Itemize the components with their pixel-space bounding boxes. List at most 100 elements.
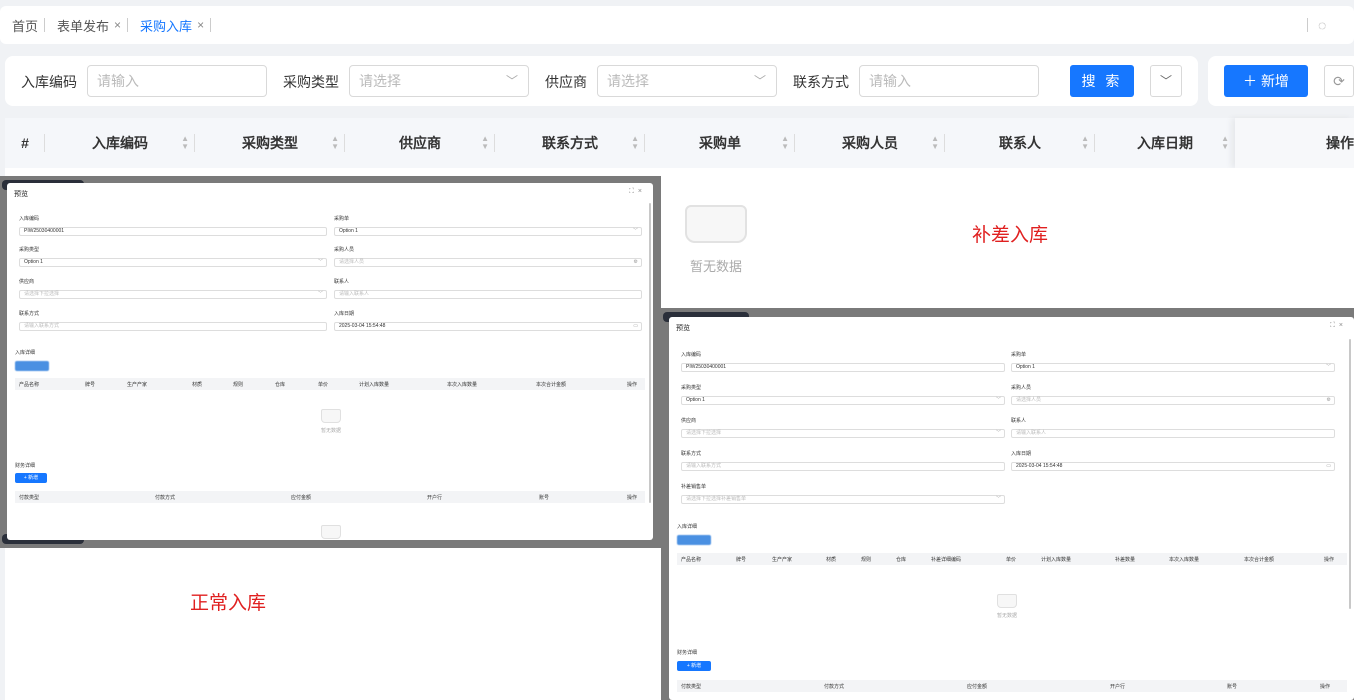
purchase-type-select[interactable]: Option 1 ﹀ <box>19 258 327 267</box>
close-icon[interactable]: × <box>114 18 121 32</box>
detail-empty-state: 暂无数据 <box>311 409 351 434</box>
sort-icon[interactable]: ▲ ▼ <box>631 118 639 168</box>
modal-controls[interactable]: ⛶× <box>629 188 646 196</box>
column-label: 单价 <box>1006 557 1017 563</box>
field-value: Option 1 <box>686 397 705 403</box>
inbound-code-input[interactable]: 请输入 <box>87 65 267 97</box>
gear-icon: ⚙ <box>1326 397 1331 403</box>
finance-add-button[interactable]: + 新增 <box>677 661 711 671</box>
column-label: 材质 <box>192 382 203 388</box>
tab-home[interactable]: 首页 <box>0 6 51 44</box>
placeholder-text: 请选择 <box>359 73 401 89</box>
column-label: 操作 <box>1324 557 1335 563</box>
column-label: 入库编码 <box>92 135 148 151</box>
contact-field[interactable]: 请输入联系方式 <box>19 322 327 331</box>
placeholder-text: 请选择 <box>607 73 649 89</box>
purchaser-field[interactable]: 请选择人员 ⚙ <box>334 258 642 267</box>
column-purchaser[interactable]: 采购人员 ▲ ▼ <box>795 118 945 168</box>
inbound-date-field[interactable]: 2025-03-04 15:54:48 ▭ <box>1011 462 1335 471</box>
column-contact-person[interactable]: 联系人 ▲ ▼ <box>945 118 1095 168</box>
chevron-down-icon: ﹀ <box>995 430 1001 436</box>
field-label: 联系方式 <box>681 451 702 457</box>
add-button[interactable]: ＋ 新增 <box>1224 65 1308 97</box>
column-label: # <box>21 135 29 151</box>
purchase-order-select[interactable]: Option 1 ﹀ <box>1011 363 1335 372</box>
sort-icon[interactable]: ▲ ▼ <box>181 118 189 168</box>
sort-icon[interactable]: ▲ ▼ <box>1221 118 1229 168</box>
column-inbound-date[interactable]: 入库日期 ▲ ▼ <box>1095 118 1235 168</box>
finance-add-button[interactable]: + 新增 <box>15 473 47 483</box>
search-label-supplier: 供应商 <box>545 74 587 90</box>
column-label: 规则 <box>861 557 872 563</box>
finance-section-title: 财务详细 <box>677 650 698 656</box>
modal-controls[interactable]: ⛶× <box>1330 322 1347 330</box>
contact-input[interactable]: 请输入 <box>859 65 1039 97</box>
chevron-down-icon: ﹀ <box>753 74 766 88</box>
column-label: 付款类型 <box>19 495 40 501</box>
column-actions: 操作 <box>1235 118 1354 168</box>
column-contact[interactable]: 联系方式 ▲ ▼ <box>495 118 645 168</box>
field-value: 请输入联系方式 <box>24 323 60 329</box>
field-label: 入库日期 <box>334 311 355 317</box>
reload-icon[interactable]: ⟳ <box>1324 65 1354 97</box>
sort-icon[interactable]: ▲ ▼ <box>781 118 789 168</box>
supplier-select[interactable]: 请选择下拉选择 ﹀ <box>681 429 1005 438</box>
column-label: 采购单 <box>699 135 741 151</box>
column-label: 本次合计金额 <box>536 382 567 388</box>
field-value: Option 1 <box>1016 364 1035 370</box>
scrollbar[interactable] <box>649 203 651 503</box>
chevron-down-icon: ﹀ <box>995 397 1001 403</box>
add-label: 新增 <box>1260 73 1289 89</box>
search-bar: 入库编码 请输入 采购类型 请选择 ﹀ 供应商 请选择 ﹀ 联系方式 请输入 搜… <box>5 56 1198 106</box>
sort-icon[interactable]: ▲ ▼ <box>331 118 339 168</box>
field-label: 采购单 <box>1011 352 1027 358</box>
column-inbound-code[interactable]: 入库编码 ▲ ▼ <box>45 118 195 168</box>
field-value: 请选择人员 <box>1016 397 1042 403</box>
column-label: 仓库 <box>275 382 286 388</box>
tab-label: 首页 <box>12 18 39 34</box>
scrollbar[interactable] <box>1349 339 1351 609</box>
supplier-select[interactable]: 请选择 ﹀ <box>597 65 777 97</box>
close-icon[interactable]: × <box>197 18 204 32</box>
detail-add-button[interactable] <box>677 535 711 545</box>
empty-box-icon <box>321 409 341 423</box>
detail-section-title: 入库详细 <box>677 524 698 530</box>
column-purchase-type[interactable]: 采购类型 ▲ ▼ <box>195 118 345 168</box>
column-label: 联系人 <box>999 135 1041 151</box>
column-label: 补差数量 <box>1115 557 1136 563</box>
contact-field[interactable]: 请输入联系方式 <box>681 462 1005 471</box>
column-label: 补差详细编码 <box>931 557 962 563</box>
column-label: 入库日期 <box>1137 135 1193 151</box>
inbound-date-field[interactable]: 2025-03-04 15:54:48 ▭ <box>334 322 642 331</box>
tab-divider <box>1307 18 1308 32</box>
contact-person-field[interactable]: 请输入联系人 <box>334 290 642 299</box>
field-value: 请输入联系人 <box>339 291 370 297</box>
supplier-select[interactable]: 请选择下拉选择 ﹀ <box>19 290 327 299</box>
inbound-code-field[interactable]: PIW25030400001 <box>19 227 327 236</box>
column-label: 账号 <box>539 495 550 501</box>
purchase-type-select[interactable]: Option 1 ﹀ <box>681 396 1005 405</box>
purchaser-field[interactable]: 请选择人员 ⚙ <box>1011 396 1335 405</box>
inbound-code-field[interactable]: PIW25030400001 <box>681 363 1005 372</box>
annotation-supplement: 补差入库 <box>972 225 1049 246</box>
chevron-down-icon[interactable]: ﹀ <box>1150 65 1182 97</box>
tab-purchase-inbound[interactable]: 采购入库 × <box>134 6 217 44</box>
refresh-icon[interactable]: ◌ <box>1318 17 1326 33</box>
sort-icon[interactable]: ▲ ▼ <box>1081 118 1089 168</box>
field-value: Option 1 <box>339 228 358 234</box>
detail-table-header: 产品名称 牌号 生产产家 材质 规则 仓库 补差详细编码 单价 计划入库数量 补… <box>677 553 1347 565</box>
empty-box-icon <box>685 205 747 243</box>
tab-form-publish[interactable]: 表单发布 × <box>51 6 134 44</box>
column-supplier[interactable]: 供应商 ▲ ▼ <box>345 118 495 168</box>
search-button[interactable]: 搜 索 <box>1070 65 1134 97</box>
finance-table-header: 付款类型 付款方式 应付金额 开户行 账号 操作 <box>15 491 645 503</box>
field-label: 联系人 <box>334 279 350 285</box>
sort-icon[interactable]: ▲ ▼ <box>481 118 489 168</box>
contact-person-field[interactable]: 请输入联系人 <box>1011 429 1335 438</box>
supplement-sales-order-select[interactable]: 请选择下拉选择补差销售单 ﹀ <box>681 495 1005 504</box>
column-purchase-order[interactable]: 采购单 ▲ ▼ <box>645 118 795 168</box>
detail-add-button[interactable] <box>15 361 49 371</box>
sort-icon[interactable]: ▲ ▼ <box>931 118 939 168</box>
purchase-order-select[interactable]: Option 1 ﹀ <box>334 227 642 236</box>
purchase-type-select[interactable]: 请选择 ﹀ <box>349 65 529 97</box>
